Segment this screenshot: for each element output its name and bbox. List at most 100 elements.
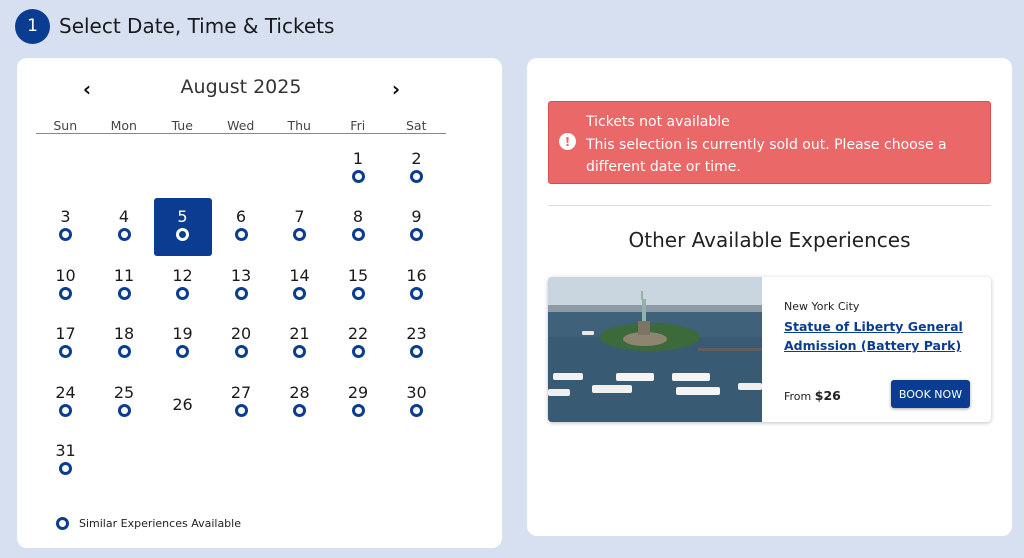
calendar-day[interactable]: 21 bbox=[271, 315, 329, 373]
weekday-label: Wed bbox=[227, 118, 255, 133]
availability-dot-icon bbox=[351, 286, 365, 300]
day-number: 6 bbox=[235, 207, 247, 227]
availability-dot-icon bbox=[59, 403, 72, 417]
statue-of-liberty-photo bbox=[548, 277, 762, 422]
exclamation-icon: ! bbox=[559, 133, 576, 150]
weekday-label: Thu bbox=[287, 118, 311, 133]
availability-dot-icon bbox=[410, 286, 423, 300]
day-number: 1 bbox=[352, 149, 364, 168]
day-number: 8 bbox=[352, 207, 364, 227]
calendar-day[interactable]: 2 bbox=[388, 140, 446, 198]
calendar-card: ‹ August 2025 › Sun Mon Tue Wed Thu Fri … bbox=[17, 58, 502, 548]
day-number: 17 bbox=[55, 324, 76, 344]
availability-dot-icon bbox=[176, 228, 189, 242]
experience-name-link[interactable]: Statue of Liberty General Admission (Bat… bbox=[784, 317, 974, 355]
calendar-day[interactable]: 8 bbox=[329, 198, 387, 256]
day-number: 31 bbox=[55, 441, 76, 460]
experience-city: New York City bbox=[784, 300, 860, 313]
calendar-day[interactable]: 7 bbox=[271, 198, 329, 256]
calendar-day[interactable]: 9 bbox=[388, 198, 446, 256]
day-number: 22 bbox=[347, 324, 369, 344]
calendar-day[interactable]: 20 bbox=[212, 315, 270, 373]
day-number: 10 bbox=[55, 265, 76, 285]
other-experiences-heading: Other Available Experiences bbox=[628, 228, 911, 252]
availability-panel: ! Tickets not available This selection i… bbox=[527, 58, 1012, 536]
calendar-day[interactable]: 16 bbox=[388, 257, 446, 315]
availability-dot-icon bbox=[351, 403, 365, 417]
calendar-day[interactable]: 18 bbox=[95, 315, 153, 373]
calendar-day[interactable]: 1 bbox=[329, 140, 387, 198]
day-number: 11 bbox=[113, 265, 135, 285]
calendar-day[interactable]: 3 bbox=[37, 198, 95, 256]
day-number: 9 bbox=[411, 207, 422, 227]
step-number-badge: 1 bbox=[15, 8, 50, 44]
prev-month-icon[interactable]: ‹ bbox=[76, 77, 98, 101]
day-number: 16 bbox=[406, 265, 427, 285]
legend-label: Similar Experiences Available bbox=[79, 517, 241, 530]
availability-dot-icon bbox=[293, 403, 306, 417]
calendar-day[interactable]: 28 bbox=[271, 374, 329, 432]
day-number: 20 bbox=[230, 324, 252, 344]
weekday-label: Sat bbox=[406, 118, 427, 133]
availability-dot-icon bbox=[293, 228, 306, 242]
calendar-day[interactable]: 15 bbox=[329, 257, 387, 315]
calendar-day[interactable]: 6 bbox=[212, 198, 270, 256]
calendar-day[interactable]: 17 bbox=[37, 315, 95, 373]
day-number: 15 bbox=[347, 265, 369, 285]
availability-dot-icon bbox=[59, 228, 72, 242]
day-number: 19 bbox=[172, 324, 193, 344]
day-number: 28 bbox=[289, 382, 310, 402]
calendar-day[interactable]: 12 bbox=[154, 257, 212, 315]
availability-dot-icon bbox=[234, 345, 248, 359]
weekday-label: Sun bbox=[53, 118, 78, 133]
calendar-day[interactable]: 4 bbox=[95, 198, 153, 256]
availability-dot-icon bbox=[351, 170, 365, 183]
calendar-day[interactable]: 22 bbox=[329, 315, 387, 373]
availability-dot-icon bbox=[117, 345, 131, 359]
calendar-day[interactable]: 25 bbox=[95, 374, 153, 432]
alert-message: This selection is currently sold out. Pl… bbox=[586, 137, 947, 175]
calendar-day[interactable]: 10 bbox=[37, 257, 95, 315]
calendar-day[interactable]: 19 bbox=[154, 315, 212, 373]
calendar-day[interactable]: 26 bbox=[154, 374, 212, 432]
weekday-label: Tue bbox=[171, 118, 193, 133]
availability-dot-icon bbox=[293, 286, 306, 300]
calendar-day[interactable]: 27 bbox=[212, 374, 270, 432]
calendar-day[interactable]: 29 bbox=[329, 374, 387, 432]
calendar-day[interactable]: 30 bbox=[388, 374, 446, 432]
availability-dot-icon bbox=[410, 403, 423, 417]
book-now-button[interactable]: BOOK NOW bbox=[891, 380, 970, 408]
divider bbox=[548, 205, 991, 206]
day-number: 5 bbox=[177, 207, 188, 227]
day-number: 24 bbox=[55, 382, 76, 402]
availability-dot-icon bbox=[59, 286, 72, 300]
calendar-day[interactable]: 31 bbox=[37, 432, 95, 490]
day-number: 27 bbox=[230, 382, 252, 402]
availability-dot-icon bbox=[234, 228, 248, 242]
day-number: 23 bbox=[406, 324, 427, 344]
calendar-day[interactable]: 5 bbox=[153, 198, 212, 257]
availability-dot-icon bbox=[117, 286, 131, 300]
day-number: 13 bbox=[230, 265, 252, 285]
availability-dot-icon bbox=[410, 228, 423, 242]
calendar-day[interactable]: 14 bbox=[271, 257, 329, 315]
price-value: $26 bbox=[814, 388, 841, 403]
availability-dot-icon bbox=[176, 345, 189, 359]
calendar-day[interactable]: 24 bbox=[37, 374, 95, 432]
availability-dot-icon bbox=[234, 403, 248, 417]
availability-dot-icon bbox=[234, 286, 248, 300]
calendar-day[interactable]: 13 bbox=[212, 257, 270, 315]
weekday-divider bbox=[36, 133, 446, 134]
day-number: 3 bbox=[60, 207, 71, 227]
calendar-day[interactable]: 11 bbox=[95, 257, 153, 315]
day-number: 2 bbox=[411, 149, 422, 168]
next-month-icon[interactable]: › bbox=[385, 77, 407, 101]
alert-title: Tickets not available bbox=[586, 114, 730, 130]
availability-dot-icon bbox=[59, 345, 72, 359]
calendar-day[interactable]: 23 bbox=[388, 315, 446, 373]
day-number: 4 bbox=[118, 207, 130, 227]
weekday-label: Fri bbox=[350, 118, 366, 133]
day-number: 12 bbox=[172, 265, 193, 285]
month-label: August 2025 bbox=[180, 76, 302, 98]
day-number: 18 bbox=[113, 324, 135, 344]
